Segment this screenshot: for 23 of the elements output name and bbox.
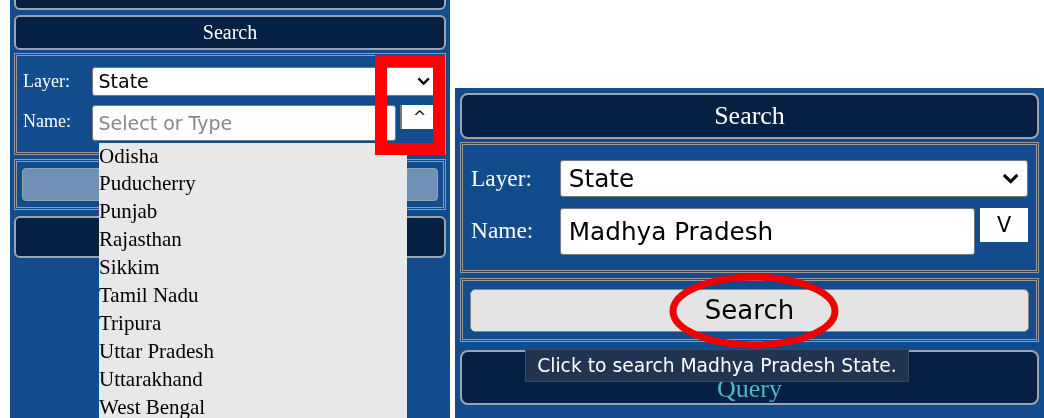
option-item[interactable]: Tamil Nadu	[99, 282, 407, 311]
layer-select[interactable]: State	[560, 159, 1028, 197]
option-item[interactable]: Tripura	[99, 310, 407, 338]
panel-header[interactable]: Search	[460, 93, 1039, 139]
tooltip: Click to search Madhya Pradesh State.	[524, 349, 909, 382]
option-item[interactable]: Uttarakhand	[99, 365, 407, 394]
option-item[interactable]: Odisha	[99, 142, 407, 171]
option-item[interactable]: Uttar Pradesh	[99, 337, 407, 366]
panel-header[interactable]: Search	[14, 15, 446, 50]
chevron-down-icon	[1002, 172, 1020, 184]
option-item[interactable]: Rajasthan	[99, 226, 407, 255]
name-label: Name:	[23, 109, 72, 132]
name-input[interactable]: Madhya Pradesh	[560, 208, 975, 256]
option-item[interactable]: West Bengal	[99, 393, 407, 418]
option-item[interactable]: Punjab	[99, 198, 407, 227]
layer-label: Layer:	[23, 70, 71, 92]
option-item[interactable]: Sikkim	[99, 254, 407, 283]
name-input[interactable]: Select or Type	[91, 104, 397, 141]
chevron-down-icon	[417, 76, 431, 86]
name-label: Name:	[471, 215, 535, 244]
search-button[interactable]: Search	[469, 288, 1030, 332]
dropdown-toggle-button[interactable]: V	[980, 208, 1028, 242]
layer-label: Layer:	[471, 164, 534, 192]
